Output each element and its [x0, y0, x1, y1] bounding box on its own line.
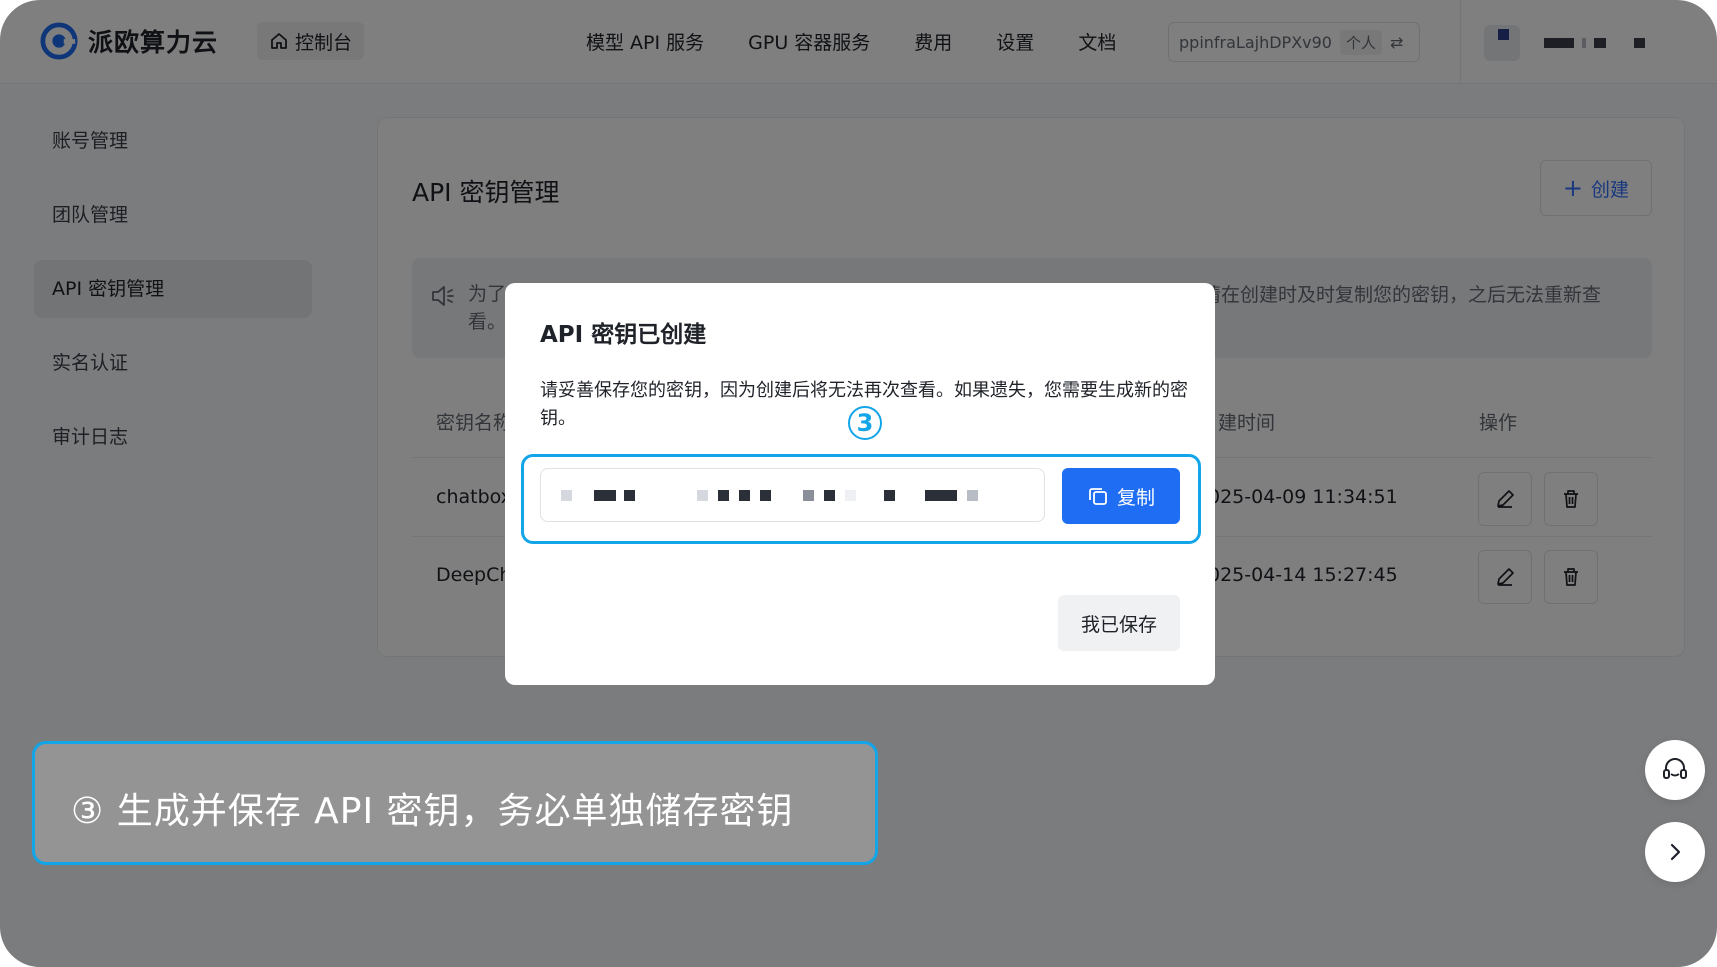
dialog-title: API 密钥已创建 — [540, 322, 707, 348]
copy-label: 复制 — [1116, 486, 1155, 509]
customer-service-button[interactable] — [1645, 740, 1705, 800]
headset-icon — [1663, 758, 1687, 779]
tutorial-caption: ③ 生成并保存 API 密钥，务必单独储存密钥 — [32, 741, 878, 865]
app-frame: 派欧算力云 控制台 模型 API 服务 GPU 容器服务 费用 设置 文档 pp… — [0, 0, 1717, 967]
copy-key-button[interactable]: 复制 — [1062, 468, 1180, 524]
key-created-dialog: API 密钥已创建 请妥善保存您的密钥，因为创建后将无法再次查看。如果遗失，您需… — [505, 283, 1215, 685]
expand-button[interactable] — [1645, 822, 1705, 882]
chevron-right-icon — [1670, 843, 1681, 861]
redacted-api-key — [561, 490, 978, 501]
copy-icon — [1089, 488, 1107, 505]
saved-confirm-button[interactable]: 我已保存 — [1058, 595, 1180, 651]
caption-text: ③ 生成并保存 API 密钥，务必单独储存密钥 — [71, 791, 794, 832]
api-key-field[interactable] — [540, 468, 1045, 522]
step-marker: 3 — [848, 406, 882, 440]
